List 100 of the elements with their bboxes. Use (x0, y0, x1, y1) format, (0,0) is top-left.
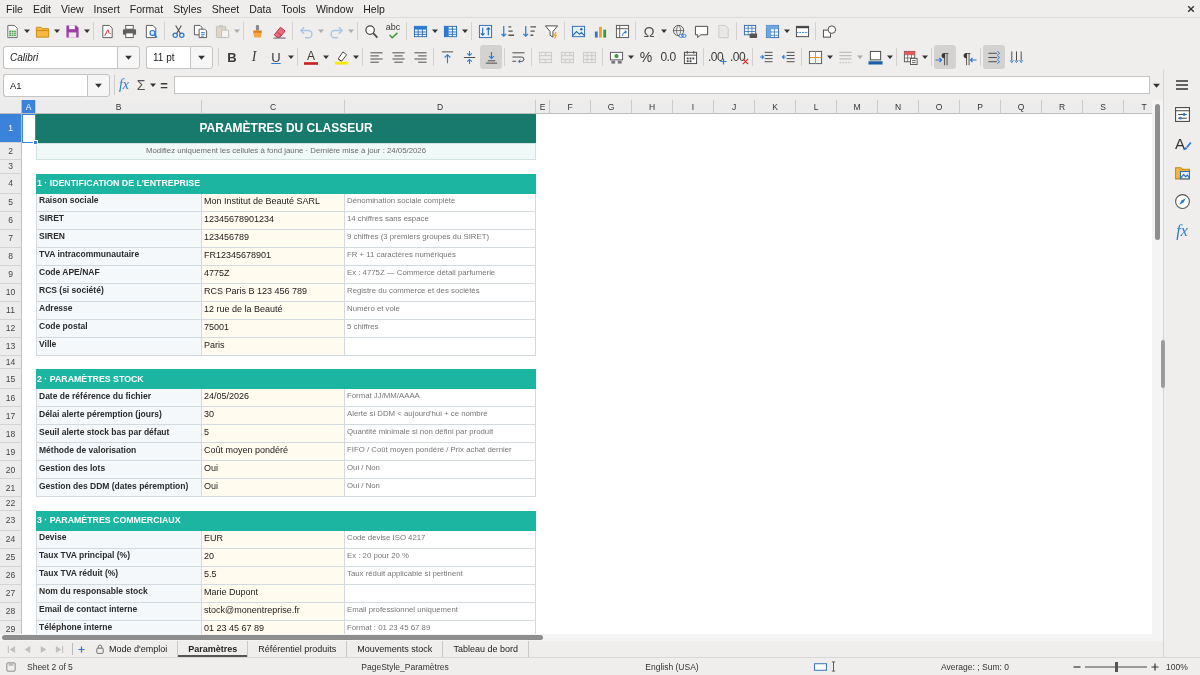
column-header[interactable]: D (345, 100, 536, 114)
menu-item[interactable]: Help (358, 1, 390, 16)
right-to-left-button[interactable]: ¶ (956, 45, 978, 69)
row-header[interactable]: 22 (0, 497, 22, 511)
language-label[interactable]: English (USA) (645, 661, 699, 672)
menu-item[interactable]: Data (244, 1, 277, 16)
menu-item[interactable]: File (1, 1, 28, 16)
font-name-field[interactable]: Calibri (3, 45, 117, 69)
row-header[interactable]: 19 (0, 443, 22, 461)
special-character-button[interactable]: Ω (638, 19, 660, 43)
slider-thumb[interactable] (1114, 661, 1118, 672)
function-wizard-button[interactable]: fx (115, 73, 133, 97)
column-header[interactable]: E (536, 100, 550, 114)
underline-button[interactable]: U (265, 45, 287, 69)
percent-button[interactable]: % (635, 45, 657, 69)
caret-icon[interactable] (921, 53, 929, 61)
column-header[interactable]: K (755, 100, 796, 114)
plus-icon[interactable] (1151, 662, 1159, 671)
number-format-button[interactable]: 0.0 (657, 45, 679, 69)
caret-icon[interactable] (886, 53, 894, 61)
close-icon[interactable] (1187, 4, 1195, 13)
text-left-to-right-button[interactable] (983, 45, 1005, 69)
row-header[interactable]: 18 (0, 425, 22, 443)
column-header[interactable]: B (36, 100, 202, 114)
formula-input-field[interactable] (174, 76, 1150, 94)
scrollbar-thumb[interactable] (2, 635, 543, 640)
caret-icon[interactable] (660, 27, 668, 35)
sheet-tab[interactable]: Mouvements stock (347, 641, 444, 657)
caret-icon[interactable] (23, 27, 31, 35)
column-header[interactable]: T (1124, 100, 1152, 114)
sheet-tab[interactable]: Référentiel produits (248, 641, 348, 657)
formula-button[interactable]: = (157, 73, 171, 97)
align-bottom-button[interactable] (480, 45, 502, 69)
column-header[interactable]: C (202, 100, 345, 114)
column-header[interactable]: I (673, 100, 714, 114)
menu-item[interactable]: Tools (276, 1, 311, 16)
caret-icon[interactable] (783, 27, 791, 35)
zoom-percent[interactable]: 100% (1166, 661, 1188, 672)
left-to-right-button[interactable]: ¶ (934, 45, 956, 69)
menu-item[interactable]: Format (124, 1, 169, 16)
column-header[interactable]: L (796, 100, 837, 114)
bold-button[interactable]: B (221, 45, 243, 69)
caret-icon[interactable] (322, 53, 330, 61)
sum-button[interactable]: Σ (133, 73, 149, 97)
row-header[interactable]: 17 (0, 407, 22, 425)
caret-icon[interactable] (627, 53, 635, 61)
sheet-tab[interactable]: Paramètres (178, 641, 249, 657)
sheet-tab[interactable]: Mode d'emploi (86, 641, 179, 657)
dropdown-button[interactable] (87, 73, 110, 97)
spelling-button[interactable]: abc (382, 19, 404, 43)
sheet-tab[interactable]: Tableau de bord (443, 641, 529, 657)
column-header[interactable]: G (591, 100, 632, 114)
plus-icon[interactable] (78, 645, 85, 653)
name-box-field[interactable]: A1 (3, 73, 87, 97)
menu-item[interactable]: Window (310, 1, 359, 16)
menu-item[interactable]: Sheet (206, 1, 245, 16)
caret-icon[interactable] (826, 53, 834, 61)
sidebar-handle[interactable] (1161, 340, 1165, 388)
row-header[interactable]: 23 (0, 510, 22, 531)
italic-button[interactable]: I (243, 45, 265, 69)
row-header[interactable]: 1 (0, 114, 22, 143)
column-header[interactable]: F (550, 100, 591, 114)
menu-item[interactable]: Edit (27, 1, 56, 16)
column-header[interactable]: J (714, 100, 755, 114)
menu-item[interactable]: Styles (168, 1, 207, 16)
column-header[interactable]: S (1083, 100, 1124, 114)
row-header[interactable]: 21 (0, 479, 22, 497)
row-header[interactable]: 4 (0, 173, 22, 194)
row-header[interactable]: 2 (0, 143, 22, 160)
styles-button[interactable]: A (1169, 129, 1195, 158)
column-header[interactable]: Q (1001, 100, 1042, 114)
column-header[interactable]: P (960, 100, 1001, 114)
caret-icon[interactable] (287, 53, 295, 61)
delete-decimal-button[interactable]: .00 (728, 45, 750, 69)
column-header[interactable]: N (878, 100, 919, 114)
font-color-button[interactable]: A (300, 45, 322, 69)
horizontal-scrollbar[interactable] (0, 634, 1163, 641)
caret-icon[interactable] (83, 27, 91, 35)
fill-handle[interactable] (33, 140, 38, 145)
vertical-scrollbar[interactable] (1152, 100, 1163, 634)
font-size-field[interactable]: 11 pt (146, 45, 190, 69)
functions-button[interactable]: fx (1169, 216, 1195, 245)
row-header[interactable]: 16 (0, 389, 22, 407)
column-header[interactable]: H (632, 100, 673, 114)
caret-icon[interactable] (461, 27, 469, 35)
add-decimal-button[interactable]: .00 (706, 45, 728, 69)
caret-icon[interactable] (352, 53, 360, 61)
caret-icon[interactable] (53, 27, 61, 35)
row-header[interactable]: 15 (0, 369, 22, 389)
selection-mode-icon[interactable] (814, 662, 827, 671)
menu-item[interactable]: Insert (88, 1, 125, 16)
column-header[interactable]: A (22, 100, 36, 114)
dropdown-button[interactable] (190, 45, 213, 69)
column-header[interactable]: M (837, 100, 878, 114)
menu-item[interactable]: View (56, 1, 89, 16)
menu-icon[interactable] (1176, 80, 1188, 90)
column-header[interactable]: O (919, 100, 960, 114)
column-header[interactable]: R (1042, 100, 1083, 114)
caret-icon[interactable] (149, 81, 157, 89)
row-header[interactable]: 3 (0, 160, 22, 174)
